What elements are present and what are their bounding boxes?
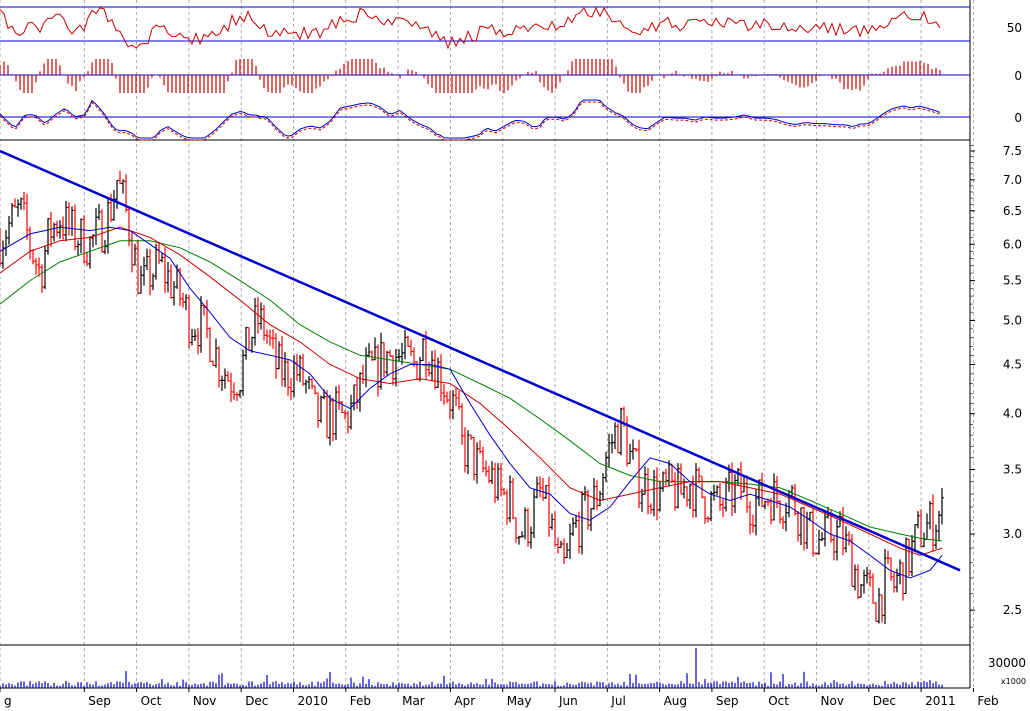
price-tick-label: 2.5 (1003, 603, 1022, 617)
stock-chart: 7.5 7.0 6.5 6.0 5.5 5.0 4.5 4.0 3.5 3.0 2.5 50 0 0 300… (0, 0, 1030, 711)
volume-tick-label: 30000 (988, 656, 1026, 670)
month-tick-label: g (4, 694, 12, 708)
rsi-tick-label: 50 (1007, 21, 1022, 35)
month-tick-label: Nov (193, 694, 216, 708)
grid (0, 0, 974, 688)
month-tick-label: Apr (454, 694, 475, 708)
panel-dividers (0, 0, 971, 689)
volume-panel (0, 648, 943, 688)
month-tick-label: Oct (768, 694, 789, 708)
month-tick-label: 2010 (298, 694, 329, 708)
price-tick-label: 3.5 (1003, 463, 1022, 477)
trendline (0, 149, 961, 572)
y-axis-ticks: 7.5 7.0 6.5 6.0 5.5 5.0 4.5 4.0 3.5 3.0 2.5 50 0 0 300… (970, 21, 1026, 686)
month-tick-label: Dec (245, 694, 268, 708)
month-tick-label: 2011 (925, 694, 956, 708)
macd-tick-label: 0 (1014, 111, 1022, 125)
rsi-line (0, 6, 941, 50)
price-tick-label: 5.0 (1003, 313, 1022, 327)
price-tick-label: 6.0 (1003, 237, 1022, 251)
price-tick-label: 4.0 (1003, 407, 1022, 421)
month-tick-label: May (507, 694, 532, 708)
x-axis-ticks: g Sep Oct Nov Dec 2010 Feb Mar Apr May Jun Jul Aug Se… (0, 688, 999, 708)
histogram-tick-label: 0 (1014, 69, 1022, 83)
month-tick-label: Sep (88, 694, 111, 708)
price-tick-label: 7.0 (1003, 173, 1022, 187)
month-tick-label: Feb (350, 694, 371, 708)
month-tick-label: Dec (873, 694, 896, 708)
month-tick-label: Aug (664, 694, 687, 708)
macd-panel (0, 99, 941, 141)
month-tick-label: Oct (141, 694, 162, 708)
macd-line (0, 99, 941, 139)
month-tick-label: Feb (977, 694, 998, 708)
price-tick-label: 6.5 (1003, 204, 1022, 218)
price-panel (0, 149, 961, 624)
macd-signal-line (0, 101, 941, 141)
price-tick-label: 4.5 (1003, 357, 1022, 371)
month-tick-label: Mar (402, 694, 425, 708)
month-tick-label: Jun (558, 694, 578, 708)
month-tick-label: Jul (610, 694, 625, 708)
volume-unit-label: x1000 (1001, 677, 1026, 686)
price-tick-label: 5.5 (1003, 274, 1022, 288)
chart-canvas: 7.5 7.0 6.5 6.0 5.5 5.0 4.5 4.0 3.5 3.0 2.5 50 0 0 300… (0, 0, 1026, 708)
month-tick-label: Sep (716, 694, 739, 708)
price-tick-label: 3.0 (1003, 527, 1022, 541)
rsi-panel (0, 6, 941, 50)
histogram-panel (0, 59, 941, 93)
month-tick-label: Nov (821, 694, 844, 708)
price-tick-label: 7.5 (1003, 144, 1022, 158)
